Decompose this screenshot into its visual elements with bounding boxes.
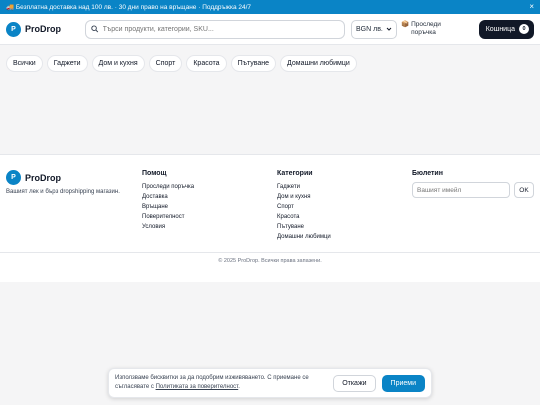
footer-cat-home-kitchen[interactable]: Дом и кухня bbox=[277, 192, 412, 202]
footer-link-terms[interactable]: Условия bbox=[142, 222, 277, 232]
footer-cat-gadgets[interactable]: Гаджети bbox=[277, 182, 412, 192]
brand-name: ProDrop bbox=[25, 24, 61, 34]
category-chip-all[interactable]: Всички bbox=[6, 55, 43, 72]
category-chip-home-kitchen[interactable]: Дом и кухня bbox=[91, 55, 145, 72]
cookie-banner: Използваме бисквитки за да подобрим изжи… bbox=[108, 368, 432, 398]
category-chip-pets[interactable]: Домашни любимци bbox=[280, 55, 357, 72]
footer-brand-name: ProDrop bbox=[25, 172, 61, 183]
promo-banner: 🚚 Безплатна доставка над 100 лв. · 30 дн… bbox=[0, 0, 540, 14]
cart-button[interactable]: Кошница 0 bbox=[478, 19, 534, 39]
logo[interactable]: P ProDrop bbox=[6, 21, 61, 37]
footer-logo-mark: P bbox=[6, 170, 21, 185]
promo-text: 🚚 Безплатна доставка над 100 лв. · 30 дн… bbox=[6, 4, 252, 11]
newsletter-title: Бюлетин bbox=[412, 170, 443, 177]
category-chip-beauty[interactable]: Красота bbox=[186, 55, 227, 72]
category-chip-travel[interactable]: Пътуване bbox=[230, 55, 277, 72]
footer-newsletter: Бюлетин OK bbox=[412, 170, 534, 242]
newsletter-email-input[interactable] bbox=[412, 182, 510, 198]
footer-cat-beauty[interactable]: Красота bbox=[277, 212, 412, 222]
footer-logo[interactable]: P ProDrop bbox=[6, 170, 142, 185]
currency-value: BGN лв. bbox=[356, 25, 383, 33]
search-input[interactable] bbox=[102, 25, 339, 33]
search-icon bbox=[91, 25, 99, 33]
chevron-down-icon bbox=[386, 27, 392, 31]
footer-help: Помощ Проследи поръчка Доставка Връщане … bbox=[142, 170, 277, 242]
accept-button[interactable]: Приеми bbox=[381, 374, 425, 392]
category-chip-sport[interactable]: Спорт bbox=[148, 55, 183, 72]
logo-mark: P bbox=[6, 21, 21, 37]
footer-help-title: Помощ bbox=[142, 170, 167, 177]
footer-categories-title: Категории bbox=[277, 170, 313, 177]
site-footer: P ProDrop Вашият лек и бърз dropshipping… bbox=[0, 154, 540, 282]
footer-brand: P ProDrop Вашият лек и бърз dropshipping… bbox=[6, 170, 142, 242]
footer-link-shipping[interactable]: Доставка bbox=[142, 192, 277, 202]
site-header: P ProDrop BGN лв. 📦 Проследи поръчка Кош… bbox=[0, 14, 540, 45]
category-chip-gadgets[interactable]: Гаджети bbox=[46, 55, 88, 72]
close-icon[interactable]: × bbox=[529, 2, 534, 12]
package-icon: 📦 bbox=[401, 21, 410, 28]
footer-tagline: Вашият лек и бърз dropshipping магазин. bbox=[6, 189, 120, 195]
track-order-link[interactable]: 📦 Проследи поръчка bbox=[401, 21, 459, 37]
footer-link-privacy[interactable]: Поверителност bbox=[142, 212, 277, 222]
newsletter-submit-button[interactable]: OK bbox=[514, 182, 534, 198]
footer-categories: Категории Гаджети Дом и кухня Спорт Крас… bbox=[277, 170, 412, 242]
cookie-text: Използваме бисквитки за да подобрим изжи… bbox=[115, 374, 333, 392]
search-box[interactable] bbox=[85, 19, 345, 39]
footer-link-track[interactable]: Проследи поръчка bbox=[142, 182, 277, 192]
decline-button[interactable]: Откажи bbox=[333, 374, 376, 392]
footer-link-returns[interactable]: Връщане bbox=[142, 202, 277, 212]
privacy-policy-link[interactable]: Политиката за поверителност bbox=[156, 384, 239, 390]
copyright-text: © 2025 ProDrop. Всички права запазени. bbox=[0, 252, 540, 272]
track-order-label: Проследи поръчка bbox=[411, 21, 441, 36]
footer-cat-sport[interactable]: Спорт bbox=[277, 202, 412, 212]
footer-cat-pets[interactable]: Домашни любимци bbox=[277, 232, 412, 242]
category-chips: Всички Гаджети Дом и кухня Спорт Красота… bbox=[0, 45, 540, 110]
cart-count-badge: 0 bbox=[519, 24, 529, 34]
cart-label: Кошница bbox=[485, 25, 515, 33]
footer-cat-travel[interactable]: Пътуване bbox=[277, 222, 412, 232]
currency-select[interactable]: BGN лв. bbox=[351, 19, 397, 39]
cookie-text-after: . bbox=[238, 384, 240, 390]
